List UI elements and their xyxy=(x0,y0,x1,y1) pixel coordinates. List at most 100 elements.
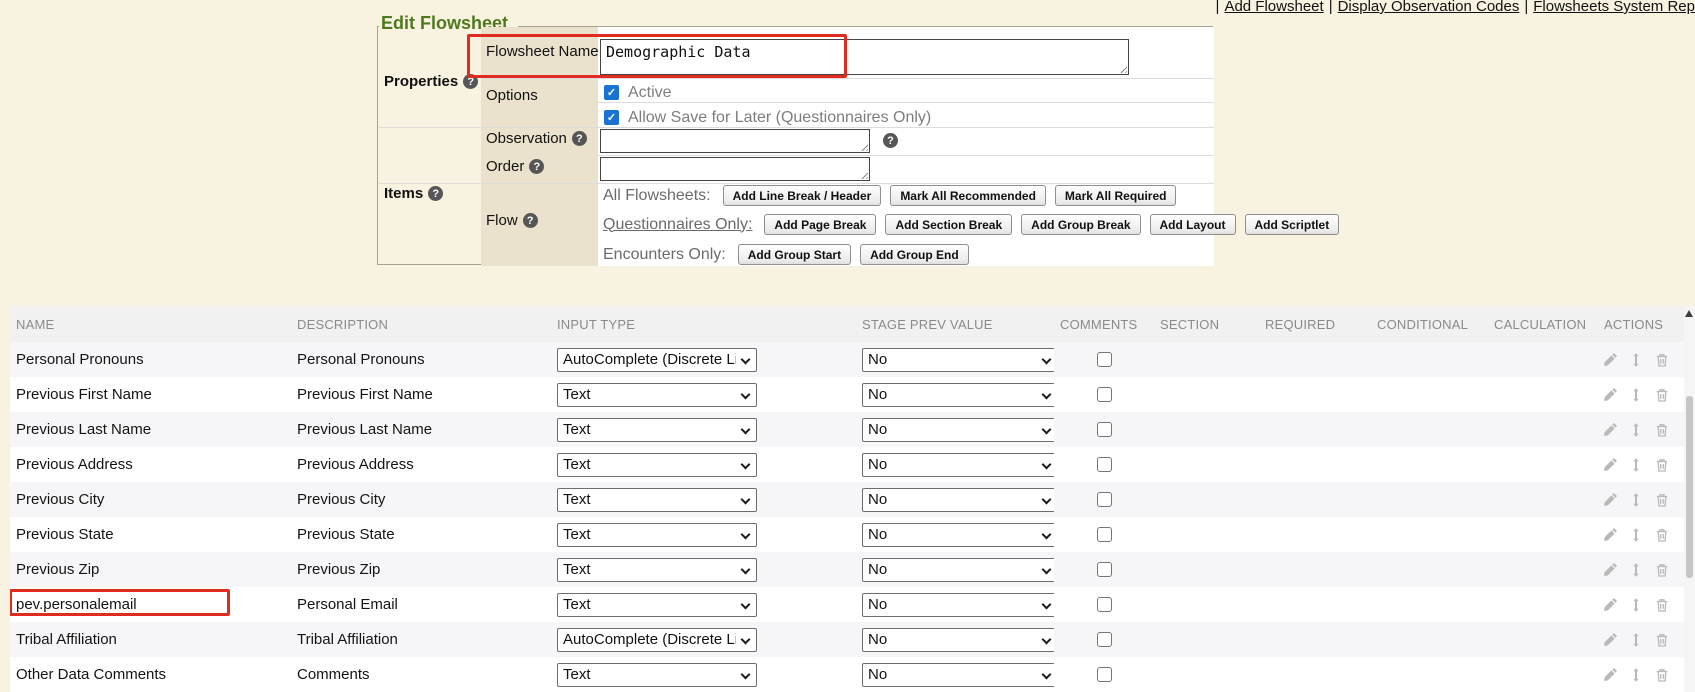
help-icon[interactable] xyxy=(883,133,898,148)
edit-pencil-icon[interactable] xyxy=(1602,667,1618,683)
comments-checkbox[interactable] xyxy=(1097,527,1112,542)
input-type-value: Text xyxy=(563,421,591,438)
help-icon[interactable] xyxy=(463,74,478,89)
input-type-select[interactable]: Text xyxy=(557,593,757,617)
items-table: NAME DESCRIPTION INPUT TYPE STAGE PREV V… xyxy=(10,306,1695,692)
flow-group: Encounters Only:Add Group StartAdd Group… xyxy=(603,244,969,265)
edit-pencil-icon[interactable] xyxy=(1602,492,1618,508)
input-type-select[interactable]: Text xyxy=(557,558,757,582)
flowsheet-name-input[interactable]: Demographic Data xyxy=(600,39,1129,75)
move-up-down-icon[interactable] xyxy=(1628,562,1644,578)
delete-trash-icon[interactable] xyxy=(1654,667,1670,683)
input-type-select[interactable]: Text xyxy=(557,488,757,512)
delete-trash-icon[interactable] xyxy=(1654,527,1670,543)
stage-prev-value-select[interactable]: No xyxy=(862,593,1054,617)
edit-pencil-icon[interactable] xyxy=(1602,562,1618,578)
move-up-down-icon[interactable] xyxy=(1628,492,1644,508)
flow-button[interactable]: Add Scriptlet xyxy=(1245,214,1340,235)
stage-prev-value-select[interactable]: No xyxy=(862,383,1054,407)
top-nav: |Add Flowsheet|Display Observation Codes… xyxy=(1211,0,1695,15)
move-up-down-icon[interactable] xyxy=(1628,632,1644,648)
stage-prev-value-select[interactable]: No xyxy=(862,488,1054,512)
flow-button[interactable]: Mark All Recommended xyxy=(890,185,1046,206)
move-up-down-icon[interactable] xyxy=(1628,597,1644,613)
input-type-select[interactable]: AutoComplete (Discrete List) xyxy=(557,348,757,372)
delete-trash-icon[interactable] xyxy=(1654,492,1670,508)
chevron-down-icon xyxy=(1042,599,1052,609)
move-up-down-icon[interactable] xyxy=(1628,422,1644,438)
flow-button[interactable]: Add Page Break xyxy=(764,214,876,235)
flow-button[interactable]: Add Group End xyxy=(860,244,969,265)
table-row: Other Data Comments Comments Text No xyxy=(10,657,1695,692)
help-icon[interactable] xyxy=(529,159,544,174)
scroll-up-icon[interactable] xyxy=(1685,310,1693,317)
edit-pencil-icon[interactable] xyxy=(1602,422,1618,438)
edit-pencil-icon[interactable] xyxy=(1602,457,1618,473)
comments-checkbox[interactable] xyxy=(1097,492,1112,507)
help-icon[interactable] xyxy=(428,186,443,201)
edit-pencil-icon[interactable] xyxy=(1602,352,1618,368)
comments-checkbox[interactable] xyxy=(1097,352,1112,367)
flow-button[interactable]: Add Group Break xyxy=(1021,214,1140,235)
edit-pencil-icon[interactable] xyxy=(1602,387,1618,403)
delete-trash-icon[interactable] xyxy=(1654,352,1670,368)
input-type-select[interactable]: Text xyxy=(557,383,757,407)
stage-prev-value-select[interactable]: No xyxy=(862,453,1054,477)
edit-pencil-icon[interactable] xyxy=(1602,632,1618,648)
comments-checkbox[interactable] xyxy=(1097,597,1112,612)
comments-checkbox[interactable] xyxy=(1097,667,1112,682)
help-icon[interactable] xyxy=(572,131,587,146)
input-type-select[interactable]: AutoComplete (Discrete List) xyxy=(557,628,757,652)
stage-prev-value-select[interactable]: No xyxy=(862,558,1054,582)
resize-grip-icon[interactable] xyxy=(1118,64,1127,73)
move-up-down-icon[interactable] xyxy=(1628,457,1644,473)
flow-button[interactable]: Add Line Break / Header xyxy=(723,185,882,206)
delete-trash-icon[interactable] xyxy=(1654,422,1670,438)
stage-prev-value-select[interactable]: No xyxy=(862,628,1054,652)
comments-checkbox[interactable] xyxy=(1097,457,1112,472)
flow-button[interactable]: Add Group Start xyxy=(738,244,851,265)
delete-trash-icon[interactable] xyxy=(1654,562,1670,578)
nav-link[interactable]: Add Flowsheet xyxy=(1224,0,1323,15)
help-icon[interactable] xyxy=(523,213,538,228)
checked-checkbox[interactable] xyxy=(604,85,619,100)
input-type-select[interactable]: Text xyxy=(557,523,757,547)
section-cell xyxy=(1154,447,1259,482)
delete-trash-icon[interactable] xyxy=(1654,387,1670,403)
checked-checkbox[interactable] xyxy=(604,110,619,125)
observation-input[interactable] xyxy=(600,129,870,153)
comments-checkbox[interactable] xyxy=(1097,562,1112,577)
stage-prev-value-select[interactable]: No xyxy=(862,663,1054,687)
edit-pencil-icon[interactable] xyxy=(1602,527,1618,543)
stage-prev-value-select[interactable]: No xyxy=(862,348,1054,372)
move-up-down-icon[interactable] xyxy=(1628,527,1644,543)
stage-prev-value-select[interactable]: No xyxy=(862,523,1054,547)
move-up-down-icon[interactable] xyxy=(1628,352,1644,368)
flow-button[interactable]: Add Section Break xyxy=(885,214,1012,235)
flow-button[interactable]: Add Layout xyxy=(1150,214,1236,235)
vertical-scrollbar[interactable] xyxy=(1684,306,1695,692)
edit-pencil-icon[interactable] xyxy=(1602,597,1618,613)
move-up-down-icon[interactable] xyxy=(1628,667,1644,683)
resize-grip-icon[interactable] xyxy=(859,170,868,179)
nav-separator: | xyxy=(1524,0,1528,15)
resize-grip-icon[interactable] xyxy=(859,142,868,151)
input-type-select[interactable]: Text xyxy=(557,663,757,687)
delete-trash-icon[interactable] xyxy=(1654,597,1670,613)
comments-checkbox[interactable] xyxy=(1097,632,1112,647)
option-row: Active xyxy=(604,80,931,105)
chevron-down-icon xyxy=(741,634,751,644)
input-type-select[interactable]: Text xyxy=(557,418,757,442)
delete-trash-icon[interactable] xyxy=(1654,632,1670,648)
input-type-select[interactable]: Text xyxy=(557,453,757,477)
order-input[interactable] xyxy=(600,157,870,181)
nav-link[interactable]: Display Observation Codes xyxy=(1338,0,1520,15)
scrollbar-thumb[interactable] xyxy=(1686,396,1693,578)
flow-button[interactable]: Mark All Required xyxy=(1055,185,1177,206)
comments-checkbox[interactable] xyxy=(1097,422,1112,437)
nav-link[interactable]: Flowsheets System Rep xyxy=(1533,0,1695,15)
move-up-down-icon[interactable] xyxy=(1628,387,1644,403)
delete-trash-icon[interactable] xyxy=(1654,457,1670,473)
comments-checkbox[interactable] xyxy=(1097,387,1112,402)
stage-prev-value-select[interactable]: No xyxy=(862,418,1054,442)
